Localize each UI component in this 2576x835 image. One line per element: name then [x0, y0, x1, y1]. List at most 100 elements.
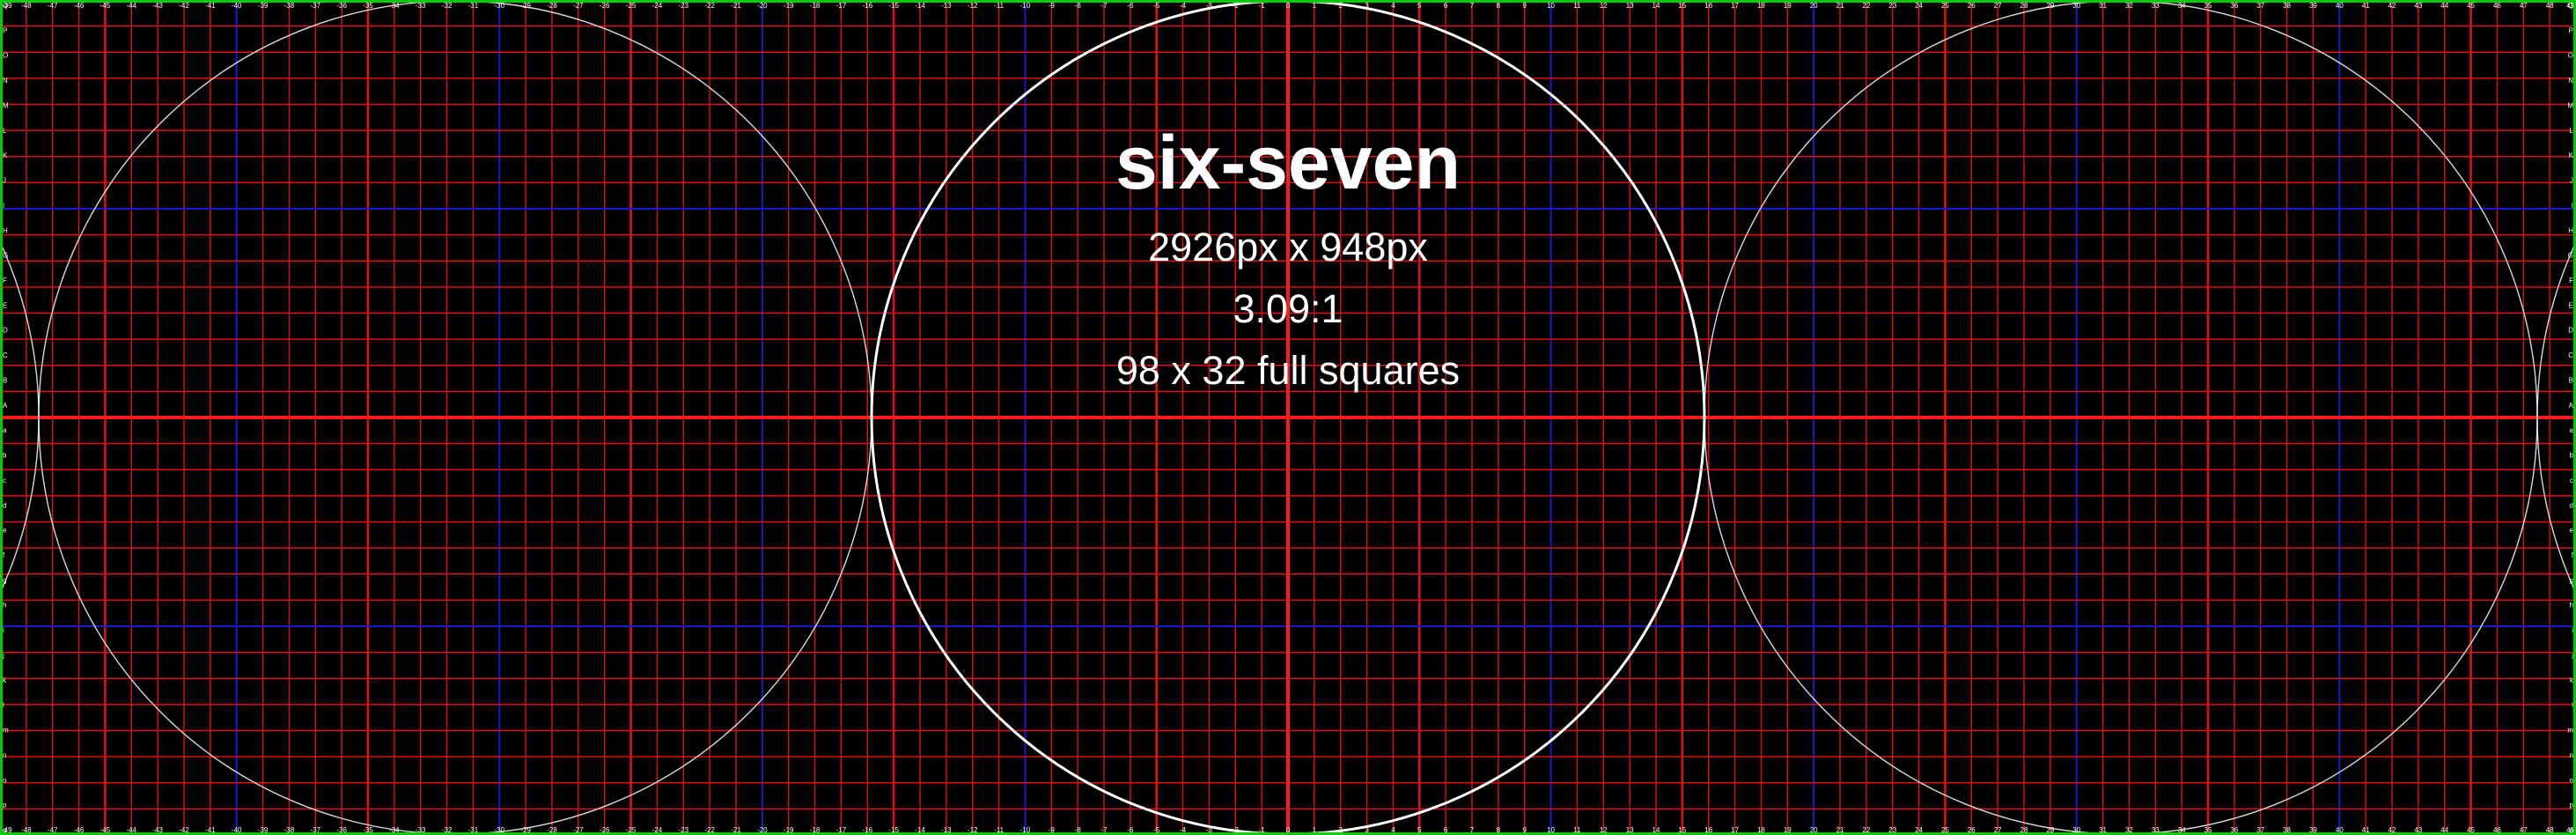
row-tick-label-right: m	[2567, 727, 2573, 735]
column-tick-label-top: 22	[1862, 2, 1870, 10]
column-tick-label-top: -3	[1206, 2, 1213, 10]
row-tick-label-left: I	[3, 202, 4, 210]
column-tick-label-top: 5	[1417, 2, 1422, 10]
column-tick-label-top: -9	[1049, 2, 1056, 10]
column-tick-label-top: -33	[416, 2, 426, 10]
column-tick-label-top: -10	[1020, 2, 1031, 10]
row-tick-label-left: h	[3, 602, 6, 610]
row-tick-label-right: e	[2570, 527, 2574, 535]
column-tick-label-top: -19	[784, 2, 794, 10]
dimensions-label: 2926px x 948px	[1148, 225, 1428, 270]
column-tick-label-top: 24	[1915, 2, 1923, 10]
row-tick-label-right: g	[2570, 576, 2573, 584]
row-tick-label-right: A	[2569, 402, 2574, 410]
row-tick-label-right: c	[2570, 477, 2573, 484]
column-tick-label-top: 44	[2440, 2, 2448, 10]
row-tick-label-right: N	[2568, 77, 2573, 85]
row-tick-label-left: A	[3, 402, 8, 410]
column-tick-label-top: 12	[1600, 2, 1608, 10]
column-tick-label-top: 30	[2072, 2, 2080, 10]
column-tick-label-top: -28	[547, 2, 557, 10]
column-tick-label-top: 43	[2414, 2, 2422, 10]
row-tick-label-left: n	[3, 751, 6, 759]
column-tick-label-top: -39	[258, 2, 269, 10]
column-tick-label-top: -12	[968, 2, 978, 10]
column-tick-label-top: -8	[1075, 2, 1082, 10]
column-tick-label-top: -41	[205, 2, 216, 10]
row-tick-label-right: F	[2569, 277, 2573, 284]
column-tick-label-top: -30	[495, 2, 505, 10]
column-tick-label-top: 9	[1522, 2, 1527, 10]
column-tick-label-top: 23	[1888, 2, 1896, 10]
column-tick-label-top: 6	[1444, 2, 1448, 10]
column-tick-label-top: -14	[915, 2, 925, 10]
row-tick-label-left: N	[3, 77, 8, 85]
column-tick-label-top: 15	[1678, 2, 1686, 10]
column-tick-label-top: -37	[311, 2, 321, 10]
row-tick-label-left: i	[3, 626, 4, 634]
row-tick-label-right: O	[2568, 52, 2573, 60]
row-tick-label-left: o	[3, 776, 7, 784]
column-tick-label-top: 18	[1757, 2, 1765, 10]
column-tick-label-top: -38	[284, 2, 295, 10]
column-tick-label-top: 19	[1784, 2, 1792, 10]
row-tick-label-right: P	[2569, 26, 2573, 34]
column-tick-label-top: -47	[48, 2, 58, 10]
column-tick-label-top: -36	[336, 2, 347, 10]
row-tick-label-right: j	[2571, 651, 2573, 659]
column-tick-label-top: -43	[152, 2, 163, 10]
row-tick-label-right: l	[2572, 701, 2573, 709]
row-tick-label-right: n	[2570, 751, 2573, 759]
row-tick-label-left: Q	[3, 2, 8, 10]
column-tick-label-top: 48	[2546, 2, 2554, 10]
column-tick-label-top: 38	[2283, 2, 2291, 10]
row-tick-label-right: a	[2570, 426, 2574, 434]
column-tick-label-top: -21	[731, 2, 741, 10]
column-tick-label-top: -34	[389, 2, 400, 10]
row-tick-label-right: d	[2570, 501, 2573, 509]
column-tick-label-top: 2	[1338, 2, 1343, 10]
column-tick-label-top: -11	[994, 2, 1005, 10]
row-tick-label-right: i	[2572, 626, 2573, 634]
column-tick-label-top: -26	[600, 2, 610, 10]
row-tick-label-left: m	[3, 727, 9, 735]
column-tick-label-top: 41	[2362, 2, 2370, 10]
column-tick-label-top: -18	[810, 2, 821, 10]
column-tick-label-top: -40	[232, 2, 242, 10]
column-tick-label-top: -15	[888, 2, 899, 10]
column-tick-label-top: -6	[1127, 2, 1134, 10]
column-tick-label-top: -48	[21, 2, 32, 10]
column-tick-label-top: 13	[1626, 2, 1634, 10]
column-tick-label-top: 3	[1365, 2, 1369, 10]
column-tick-label-top: -17	[836, 2, 847, 10]
column-tick-label-top: -1	[1259, 2, 1266, 10]
row-tick-label-left: c	[3, 477, 6, 484]
column-tick-label-top: 46	[2493, 2, 2501, 10]
column-tick-label-top: -20	[757, 2, 768, 10]
column-tick-label-top: 21	[1836, 2, 1844, 10]
column-tick-label-top: 0	[1286, 2, 1291, 10]
column-tick-label-top: 14	[1652, 2, 1660, 10]
column-tick-label-top: 34	[2178, 2, 2186, 10]
column-tick-label-top: -31	[468, 2, 479, 10]
row-tick-label-right: I	[2572, 202, 2573, 210]
page-title: six-seven	[1115, 121, 1461, 205]
column-tick-label-top: -45	[100, 2, 111, 10]
column-tick-label-top: -24	[652, 2, 663, 10]
row-tick-label-left: O	[3, 52, 8, 60]
column-tick-label-top: -25	[626, 2, 637, 10]
column-tick-label-top: 32	[2125, 2, 2133, 10]
column-tick-label-top: 17	[1731, 2, 1739, 10]
column-tick-label-top: -2	[1233, 2, 1240, 10]
column-tick-label-top: 45	[2467, 2, 2475, 10]
column-tick-label-top: -5	[1153, 2, 1160, 10]
row-tick-label-left: p	[3, 802, 7, 809]
row-tick-label-right: M	[2567, 101, 2573, 109]
column-tick-label-top: 47	[2520, 2, 2528, 10]
column-tick-label-top: 31	[2099, 2, 2107, 10]
column-tick-label-top: 1	[1313, 2, 1317, 10]
row-tick-label-left: a	[3, 426, 7, 434]
row-tick-label-right: h	[2570, 602, 2573, 610]
row-tick-label-left: P	[3, 26, 7, 34]
row-tick-label-right: p	[2570, 802, 2574, 809]
